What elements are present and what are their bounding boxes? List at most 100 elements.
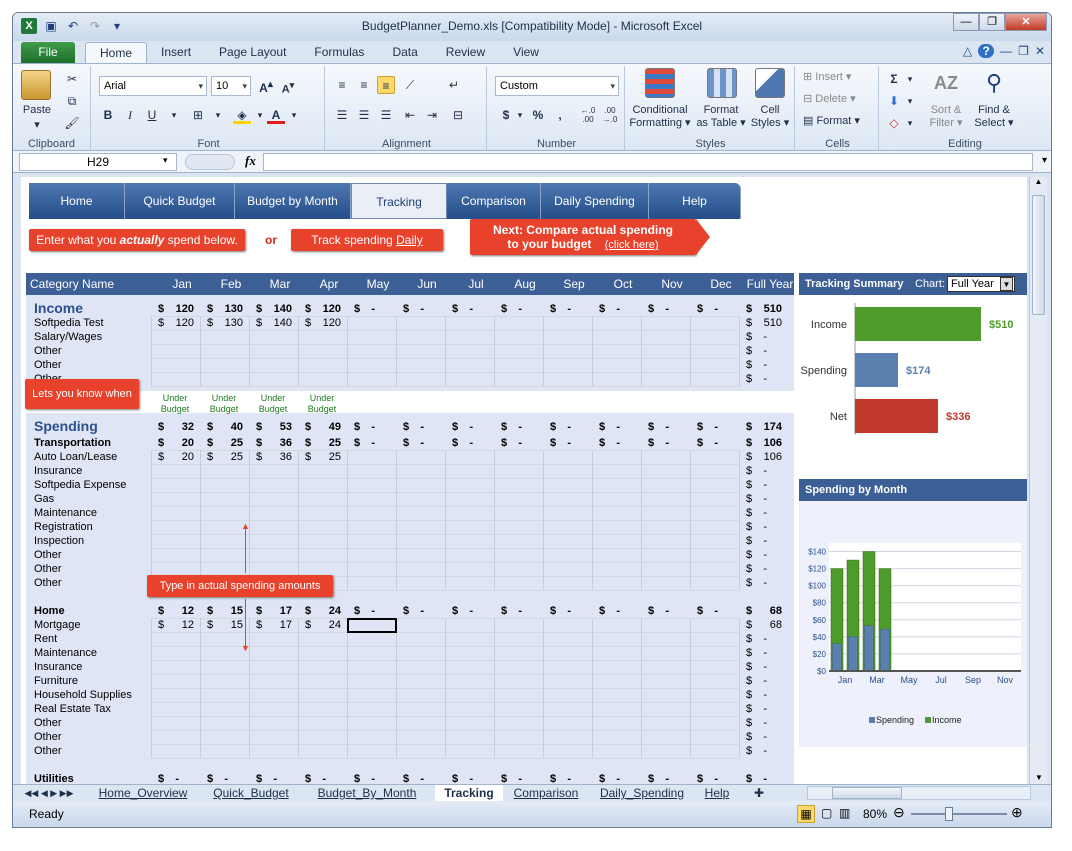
sheet-tab-quick-budget[interactable]: Quick_Budget bbox=[205, 785, 297, 801]
nav-tab-tracking[interactable]: Tracking bbox=[351, 183, 447, 219]
cut-icon[interactable]: ✂ bbox=[63, 70, 81, 88]
cell-styles-button[interactable]: Cell Styles ▾ bbox=[747, 104, 793, 130]
merge-center-icon[interactable]: ⊟ bbox=[449, 106, 467, 124]
sheet-scroll-buttons[interactable]: ◀◀ ◀ ▶ ▶▶ bbox=[19, 785, 79, 801]
doc-close-icon[interactable]: ✕ bbox=[1035, 44, 1045, 58]
tab-data[interactable]: Data bbox=[378, 42, 431, 63]
paste-icon[interactable] bbox=[21, 70, 51, 100]
number-format-select[interactable]: Custom bbox=[495, 76, 619, 96]
percent-icon[interactable]: % bbox=[529, 106, 547, 124]
nav-tab-daily-spending[interactable]: Daily Spending bbox=[541, 183, 649, 219]
align-left-icon[interactable]: ☰ bbox=[333, 106, 351, 124]
insert-function-icon[interactable]: fx bbox=[245, 153, 256, 169]
home-cell[interactable]: $12 bbox=[151, 619, 199, 633]
format-as-table-icon[interactable] bbox=[707, 68, 737, 98]
clear-dropdown-icon[interactable]: ▾ bbox=[901, 114, 919, 132]
comma-style-icon[interactable]: , bbox=[551, 106, 569, 124]
income-cell[interactable]: $140 bbox=[249, 317, 297, 331]
home-cell[interactable]: $24 bbox=[298, 619, 346, 633]
delete-cells-button[interactable]: ⊟ Delete ▾ bbox=[803, 92, 856, 105]
page-layout-view-icon[interactable]: ▢ bbox=[821, 806, 832, 820]
currency-dropdown-icon[interactable]: ▾ bbox=[511, 106, 529, 124]
income-cell[interactable]: $130 bbox=[200, 317, 248, 331]
tab-review[interactable]: Review bbox=[432, 42, 499, 63]
underline-icon[interactable]: U bbox=[143, 106, 161, 124]
conditional-formatting-icon[interactable] bbox=[645, 68, 675, 98]
format-as-table-button[interactable]: Format as Table ▾ bbox=[693, 104, 749, 130]
track-daily-callout[interactable]: Track spending Daily bbox=[291, 229, 443, 251]
paste-dropdown-icon[interactable]: ▾ bbox=[29, 118, 45, 131]
maximize-icon[interactable]: ❐ bbox=[979, 13, 1005, 31]
doc-minimize-icon[interactable]: — bbox=[1000, 44, 1012, 58]
help-icon[interactable]: ? bbox=[978, 44, 995, 58]
bold-icon[interactable]: B bbox=[99, 106, 117, 124]
doc-restore-icon[interactable]: ❐ bbox=[1018, 44, 1029, 58]
tab-home[interactable]: Home bbox=[85, 42, 148, 63]
sort-filter-button[interactable]: Sort & Filter ▾ bbox=[923, 104, 969, 130]
worksheet[interactable]: Home Quick Budget Budget by Month Tracki… bbox=[21, 177, 1027, 784]
transportation-cell[interactable]: $20 bbox=[151, 451, 199, 465]
cell-styles-icon[interactable] bbox=[755, 68, 785, 98]
tab-view[interactable]: View bbox=[499, 42, 553, 63]
conditional-formatting-button[interactable]: Conditional Formatting ▾ bbox=[627, 104, 693, 130]
nav-tab-budget-by-month[interactable]: Budget by Month bbox=[235, 183, 351, 219]
zoom-slider-thumb[interactable] bbox=[945, 807, 953, 821]
zoom-in-icon[interactable]: ⊕ bbox=[1011, 804, 1023, 821]
zoom-slider-track[interactable] bbox=[911, 813, 1007, 815]
font-size-select[interactable]: 10 bbox=[211, 76, 251, 96]
autosum-dropdown-icon[interactable]: ▾ bbox=[901, 70, 919, 88]
normal-view-icon[interactable]: ▦ bbox=[797, 805, 815, 823]
home-cell[interactable]: $17 bbox=[249, 619, 297, 633]
align-center-icon[interactable]: ☰ bbox=[355, 106, 373, 124]
increase-decimal-icon[interactable]: ←.0.00 bbox=[579, 106, 597, 124]
align-middle-icon[interactable]: ≡ bbox=[355, 76, 373, 94]
formula-input[interactable] bbox=[263, 153, 1033, 171]
italic-icon[interactable]: I bbox=[121, 106, 139, 124]
find-select-button[interactable]: Find & Select ▾ bbox=[971, 104, 1017, 130]
tab-page-layout[interactable]: Page Layout bbox=[205, 42, 300, 63]
scroll-down-icon[interactable]: ▼ bbox=[1030, 773, 1048, 782]
paste-button[interactable]: Paste bbox=[15, 104, 59, 116]
income-cell[interactable]: $120 bbox=[298, 317, 346, 331]
decrease-indent-icon[interactable]: ⇤ bbox=[401, 106, 419, 124]
borders-icon[interactable]: ⊞ bbox=[189, 106, 207, 124]
fill-dropdown-icon[interactable]: ▾ bbox=[901, 92, 919, 110]
format-cells-button[interactable]: ▤ Format ▾ bbox=[803, 114, 860, 127]
next-compare-callout[interactable]: Next: Compare actual spending to your bud… bbox=[470, 219, 696, 255]
page-break-view-icon[interactable]: ▥ bbox=[839, 806, 850, 820]
sheet-tab-help[interactable]: Help bbox=[699, 785, 735, 801]
font-color-dropdown-icon[interactable]: ▾ bbox=[285, 106, 303, 124]
income-cell[interactable]: $120 bbox=[151, 317, 199, 331]
orientation-icon[interactable]: ⟋ bbox=[401, 76, 419, 94]
shrink-font-icon[interactable]: A▾ bbox=[279, 76, 297, 96]
formula-bar-resizer[interactable] bbox=[185, 154, 235, 170]
name-box[interactable]: H29 bbox=[19, 153, 177, 171]
decrease-decimal-icon[interactable]: .00 →.0 bbox=[601, 106, 619, 124]
home-cell[interactable]: $15 bbox=[200, 619, 248, 633]
borders-dropdown-icon[interactable]: ▾ bbox=[209, 106, 227, 124]
align-top-icon[interactable]: ≡ bbox=[333, 76, 351, 94]
align-right-icon[interactable]: ☰ bbox=[377, 106, 395, 124]
horizontal-scroll-thumb[interactable] bbox=[832, 787, 902, 799]
nav-tab-home[interactable]: Home bbox=[29, 183, 125, 219]
selected-cell[interactable] bbox=[347, 618, 397, 633]
font-name-select[interactable]: Arial bbox=[99, 76, 207, 96]
transportation-cell[interactable]: $36 bbox=[249, 451, 297, 465]
sort-filter-icon[interactable]: AZ bbox=[931, 68, 961, 98]
insert-sheet-icon[interactable]: ✚ bbox=[749, 785, 769, 801]
tab-formulas[interactable]: Formulas bbox=[300, 42, 378, 63]
font-color-icon[interactable]: A bbox=[267, 106, 285, 124]
zoom-level[interactable]: 80% bbox=[863, 807, 887, 821]
underline-dropdown-icon[interactable]: ▾ bbox=[165, 106, 183, 124]
name-box-dropdown-icon[interactable]: ▾ bbox=[163, 155, 168, 166]
tab-file[interactable]: File bbox=[21, 42, 75, 63]
nav-tab-comparison[interactable]: Comparison bbox=[447, 183, 541, 219]
chart-period-select[interactable]: Full Year ▼ bbox=[947, 276, 1015, 292]
zoom-out-icon[interactable]: ⊖ bbox=[893, 804, 905, 821]
nav-tab-help[interactable]: Help bbox=[649, 183, 741, 219]
transportation-cell[interactable]: $25 bbox=[298, 451, 346, 465]
nav-tab-quick-budget[interactable]: Quick Budget bbox=[125, 183, 235, 219]
sheet-tab-budget-by-month[interactable]: Budget_By_Month bbox=[305, 785, 429, 801]
tab-insert[interactable]: Insert bbox=[147, 42, 205, 63]
minimize-icon[interactable]: — bbox=[953, 13, 979, 31]
